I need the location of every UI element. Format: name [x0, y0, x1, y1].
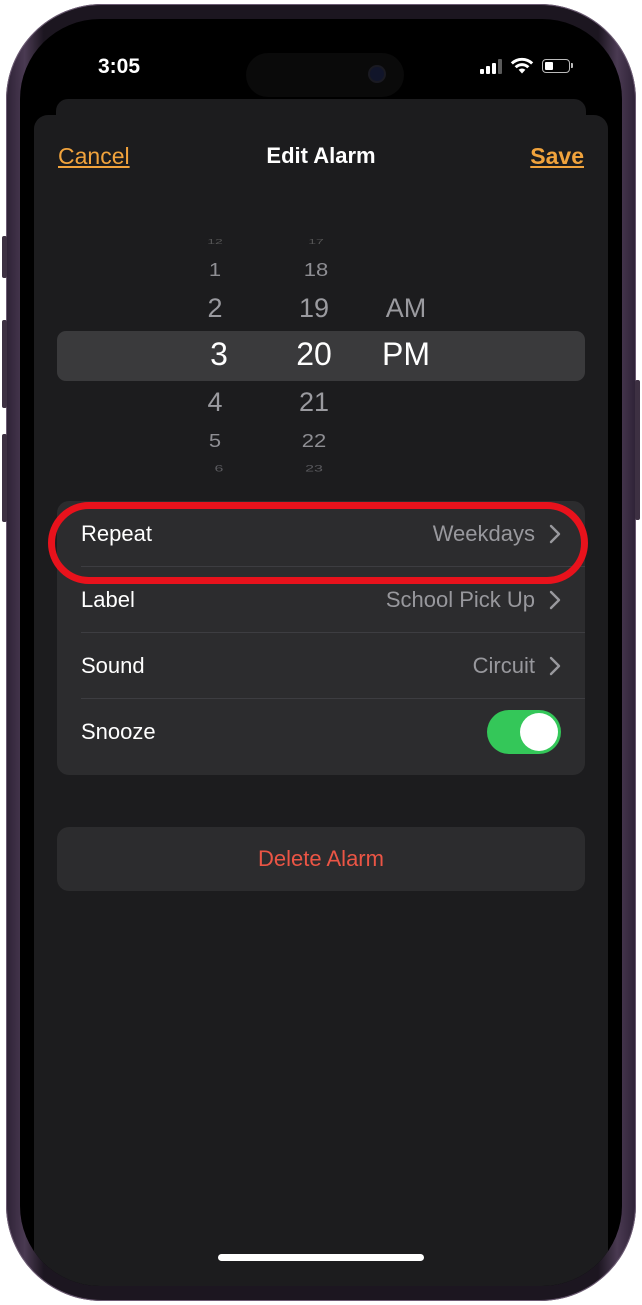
chevron-right-icon: [549, 656, 561, 675]
volume-up-button: [2, 320, 7, 408]
minute-option: 21: [298, 387, 330, 417]
minute-option: 18: [303, 258, 329, 281]
hour-option: 5: [208, 429, 222, 452]
save-button[interactable]: Save: [530, 143, 584, 170]
label-label: Label: [81, 586, 135, 612]
minute-selected: 20: [296, 336, 332, 372]
phone-screen: 3:05 Cancel Edit Alarm Save 12 1 2 3 4 5: [20, 19, 622, 1286]
battery-level-fill: [545, 61, 553, 70]
minute-option: 22: [301, 429, 327, 452]
delete-alarm-button[interactable]: Delete Alarm: [57, 827, 585, 891]
battery-icon: [542, 58, 573, 73]
power-button: [635, 380, 640, 520]
status-icons: [480, 57, 573, 74]
snooze-toggle[interactable]: [487, 709, 561, 754]
period-selected: PM: [382, 336, 430, 372]
sound-row[interactable]: Sound Circuit: [57, 633, 585, 698]
period-option-am: AM: [385, 293, 427, 323]
action-button: [2, 236, 7, 278]
dynamic-island: [246, 53, 404, 97]
chevron-right-icon: [549, 590, 561, 609]
snooze-row: Snooze: [57, 699, 585, 764]
hour-option: 6: [214, 463, 224, 474]
cellular-signal-icon: [480, 58, 502, 74]
delete-alarm-label: Delete Alarm: [258, 846, 384, 871]
volume-down-button: [2, 434, 7, 522]
front-camera-icon: [370, 67, 384, 81]
snooze-label: Snooze: [81, 718, 156, 744]
sound-value: Circuit: [472, 652, 535, 678]
repeat-highlight-annotation: [48, 502, 588, 584]
hour-option: 1: [208, 258, 222, 281]
home-indicator: [218, 1254, 424, 1261]
toggle-knob: [520, 712, 558, 751]
hour-option: 4: [207, 387, 223, 417]
minute-option: 23: [305, 463, 323, 474]
hour-option: 2: [207, 293, 223, 323]
hour-option: 12: [207, 236, 223, 246]
hour-selected: 3: [210, 336, 228, 372]
minute-option: 19: [298, 293, 330, 323]
wifi-icon: [510, 57, 534, 74]
label-value: School Pick Up: [385, 586, 535, 612]
status-time: 3:05: [97, 55, 141, 78]
minute-option: 17: [308, 236, 324, 246]
sound-label: Sound: [81, 652, 145, 678]
